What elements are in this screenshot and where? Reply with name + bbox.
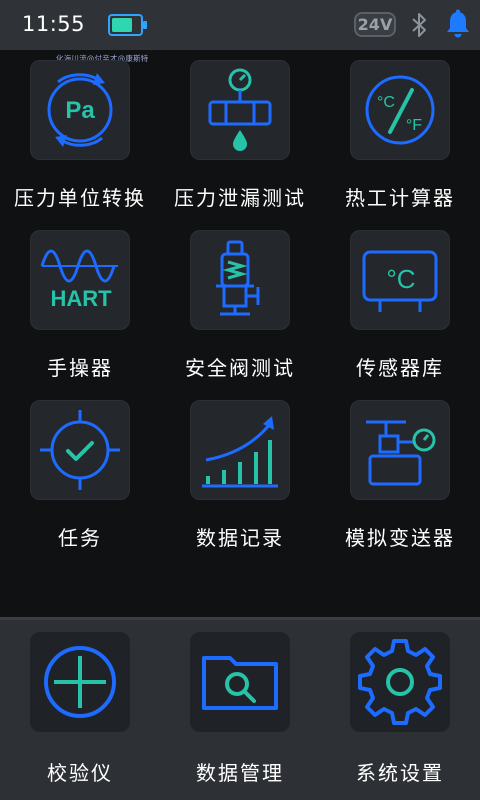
celsius-text: °C	[377, 94, 395, 111]
thermal-calculator-icon: °C °F	[365, 75, 435, 145]
pressure-unit-label: 压力单位转换	[14, 186, 146, 210]
hart-communicator-icon: HART	[40, 249, 118, 311]
data-log-tile[interactable]	[190, 400, 290, 500]
data-management-icon	[202, 656, 278, 710]
data-management-tile[interactable]	[190, 632, 290, 732]
pressure-unit-tile[interactable]: Pa	[30, 60, 130, 160]
bluetooth-icon[interactable]	[410, 11, 428, 39]
system-settings-label: 系统设置	[356, 761, 444, 785]
fahrenheit-text: °F	[406, 117, 422, 134]
thermal-calculator-label: 热工计算器	[345, 186, 455, 210]
task-label: 任务	[58, 526, 102, 550]
thermal-calculator-tile[interactable]: °C °F	[350, 60, 450, 160]
simulated-transmitter-icon	[366, 420, 436, 486]
safety-valve-icon	[216, 240, 260, 316]
system-settings-tile[interactable]	[350, 632, 450, 732]
status-bar: 11:55 24V	[0, 0, 480, 50]
calibrator-tile[interactable]	[30, 632, 130, 732]
pressure-unit-icon: Pa	[47, 73, 113, 147]
task-tile[interactable]	[30, 400, 130, 500]
simulated-transmitter-tile[interactable]	[350, 400, 450, 500]
pa-text: Pa	[65, 97, 95, 124]
calibrator-icon	[44, 646, 116, 718]
sensor-library-label: 传感器库	[356, 356, 444, 380]
simulated-transmitter-label: 模拟变送器	[345, 526, 455, 550]
safety-valve-tile[interactable]	[190, 230, 290, 330]
hart-communicator-tile[interactable]: HART	[30, 230, 130, 330]
data-log-label: 数据记录	[196, 526, 284, 550]
clock: 11:55	[22, 12, 86, 36]
leak-test-label: 压力泄漏测试	[174, 186, 306, 210]
sensor-library-icon: °C	[362, 250, 438, 312]
system-settings-icon	[358, 639, 442, 725]
leak-test-icon	[208, 68, 272, 151]
sensor-library-tile[interactable]: °C	[350, 230, 450, 330]
sensor-celsius-text: °C	[386, 264, 415, 294]
dock-divider	[0, 617, 480, 620]
hart-text: HART	[50, 286, 112, 311]
voltage-badge: 24V	[354, 12, 396, 37]
leak-test-tile[interactable]	[190, 60, 290, 160]
data-management-label: 数据管理	[196, 761, 284, 785]
task-icon	[40, 410, 120, 490]
bell-icon[interactable]	[443, 9, 473, 39]
data-log-icon	[202, 416, 278, 488]
calibrator-label: 校验仪	[47, 761, 113, 785]
safety-valve-label: 安全阀测试	[185, 356, 295, 380]
bottom-dock: 校验仪 数据管理 系统设置	[0, 617, 480, 800]
battery-icon	[108, 14, 147, 36]
hart-communicator-label: 手操器	[47, 356, 113, 380]
